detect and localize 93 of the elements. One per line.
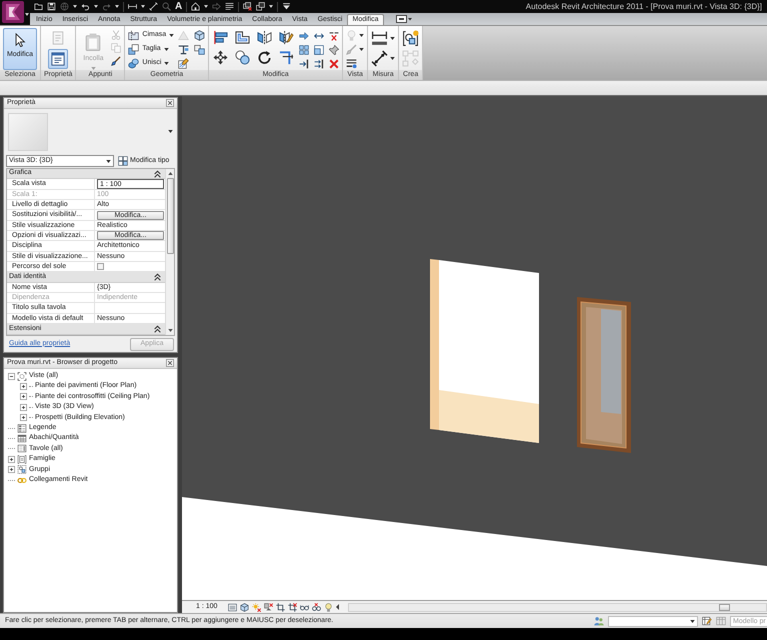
aligned-bars-icon[interactable] bbox=[212, 30, 230, 45]
caret-icon[interactable] bbox=[94, 5, 98, 8]
plus-box-icon[interactable] bbox=[20, 414, 27, 422]
bar-caret-icon[interactable] bbox=[282, 2, 292, 11]
plus-box-icon[interactable] bbox=[20, 393, 27, 400]
clipboard-icon bbox=[84, 33, 102, 51]
brush-icon[interactable] bbox=[111, 56, 122, 66]
corner-lines-icon[interactable] bbox=[278, 50, 296, 65]
dimension-line-icon[interactable] bbox=[371, 30, 388, 47]
caret-icon[interactable] bbox=[390, 57, 396, 60]
cylinders-icon bbox=[128, 58, 140, 69]
frame-icon[interactable] bbox=[314, 45, 324, 55]
grid-sheet-icon bbox=[17, 424, 27, 433]
scroll-up-icon[interactable] bbox=[168, 172, 172, 175]
stepped-outline-icon[interactable] bbox=[234, 30, 252, 45]
cube-icon[interactable] bbox=[240, 602, 250, 612]
caret-icon[interactable] bbox=[204, 5, 208, 8]
caret-icon[interactable] bbox=[269, 5, 274, 8]
scrollbar-thumb[interactable] bbox=[719, 604, 730, 610]
double-arrow-icon[interactable] bbox=[314, 31, 324, 41]
cube-icon[interactable] bbox=[194, 30, 206, 41]
cross-arrows-icon[interactable] bbox=[212, 50, 230, 65]
dashed-square-icon bbox=[17, 465, 27, 474]
overlapping-squares-icon[interactable] bbox=[194, 44, 206, 55]
double-chevron-up-icon[interactable] bbox=[154, 170, 161, 178]
bar-arrows-icon[interactable] bbox=[314, 59, 324, 69]
cross-icon[interactable] bbox=[329, 59, 340, 69]
shadow-cross-icon[interactable] bbox=[264, 602, 274, 612]
form-icon bbox=[51, 52, 66, 66]
glasses-icon[interactable] bbox=[300, 602, 310, 612]
bar-arrow-icon[interactable] bbox=[299, 59, 310, 69]
squares-icon bbox=[128, 44, 140, 55]
plus-box-icon[interactable] bbox=[8, 466, 15, 474]
squares-grid-icon bbox=[118, 156, 128, 166]
measure-line-icon[interactable] bbox=[128, 2, 137, 11]
bracket-shapes-icon[interactable] bbox=[402, 30, 420, 47]
double-chevron-up-icon[interactable] bbox=[154, 324, 161, 333]
caret-icon[interactable] bbox=[25, 13, 29, 16]
scroll-down-icon[interactable] bbox=[168, 329, 172, 332]
minus-box-icon[interactable] bbox=[8, 372, 15, 380]
caret-icon bbox=[106, 160, 111, 162]
text-tool-button[interactable]: A bbox=[175, 2, 182, 12]
plus-box-icon[interactable] bbox=[20, 404, 27, 411]
bracket-page-icon bbox=[17, 454, 27, 464]
glasses-cross-icon[interactable] bbox=[312, 602, 322, 612]
lines-box-icon[interactable] bbox=[228, 602, 238, 612]
windows-cross-icon[interactable] bbox=[243, 2, 252, 11]
caret-icon bbox=[690, 620, 695, 622]
house-icon[interactable] bbox=[191, 2, 200, 11]
notched-block-icon bbox=[128, 30, 140, 41]
close-icon[interactable] bbox=[166, 359, 174, 367]
close-icon[interactable] bbox=[166, 99, 174, 107]
preview-placeholder bbox=[8, 112, 48, 150]
table-icon bbox=[17, 434, 27, 444]
circular-arrow-icon[interactable] bbox=[256, 50, 274, 65]
properties-button[interactable] bbox=[48, 49, 68, 69]
crop-cross-icon[interactable] bbox=[288, 602, 298, 612]
plus-box-icon[interactable] bbox=[20, 383, 27, 390]
dashed-frame-icon bbox=[17, 372, 27, 381]
table-pencil-icon[interactable] bbox=[702, 616, 712, 626]
striped-face-icon[interactable] bbox=[178, 58, 190, 69]
crop-icon[interactable] bbox=[276, 602, 286, 612]
sun-cross-icon[interactable] bbox=[252, 602, 262, 612]
caret-icon[interactable] bbox=[390, 37, 396, 40]
curved-arrow-icon[interactable] bbox=[81, 2, 90, 11]
split-line-icon[interactable] bbox=[329, 31, 340, 41]
t-beam-icon[interactable] bbox=[178, 44, 190, 55]
left-triangle-icon[interactable] bbox=[336, 604, 340, 610]
windows-icon[interactable] bbox=[256, 2, 266, 11]
document-icon bbox=[51, 31, 66, 45]
mirror-pencil-icon[interactable] bbox=[278, 30, 296, 45]
caret-icon[interactable] bbox=[168, 130, 173, 133]
app-logo-icon[interactable] bbox=[2, 1, 24, 23]
plus-box-icon[interactable] bbox=[8, 456, 15, 463]
lines-icon[interactable] bbox=[225, 2, 234, 11]
pointer-icon bbox=[13, 33, 27, 47]
window-title: Autodesk Revit Architecture 2011 - [Prova muri.rvt - Vista 3D: {3D}] bbox=[526, 2, 763, 12]
double-chevron-up-icon[interactable] bbox=[154, 273, 161, 282]
sheet-icon bbox=[17, 444, 27, 454]
diagonal-dimension-icon[interactable] bbox=[371, 50, 388, 67]
chain-icon bbox=[17, 476, 27, 485]
pin-icon[interactable] bbox=[329, 45, 340, 55]
grid-squares-icon[interactable] bbox=[299, 45, 310, 55]
folder-icon[interactable] bbox=[34, 2, 43, 11]
people-icon[interactable] bbox=[594, 616, 604, 626]
mirror-icon[interactable] bbox=[256, 30, 274, 45]
ribbon-toggle-icon[interactable] bbox=[396, 15, 412, 23]
scrollbar-thumb[interactable] bbox=[166, 178, 174, 254]
right-arrow-icon[interactable] bbox=[299, 31, 310, 41]
caret-icon[interactable] bbox=[141, 5, 145, 8]
checkbox[interactable] bbox=[97, 263, 104, 270]
circles-icon[interactable] bbox=[234, 50, 252, 65]
lines-dot-icon[interactable] bbox=[346, 58, 358, 69]
